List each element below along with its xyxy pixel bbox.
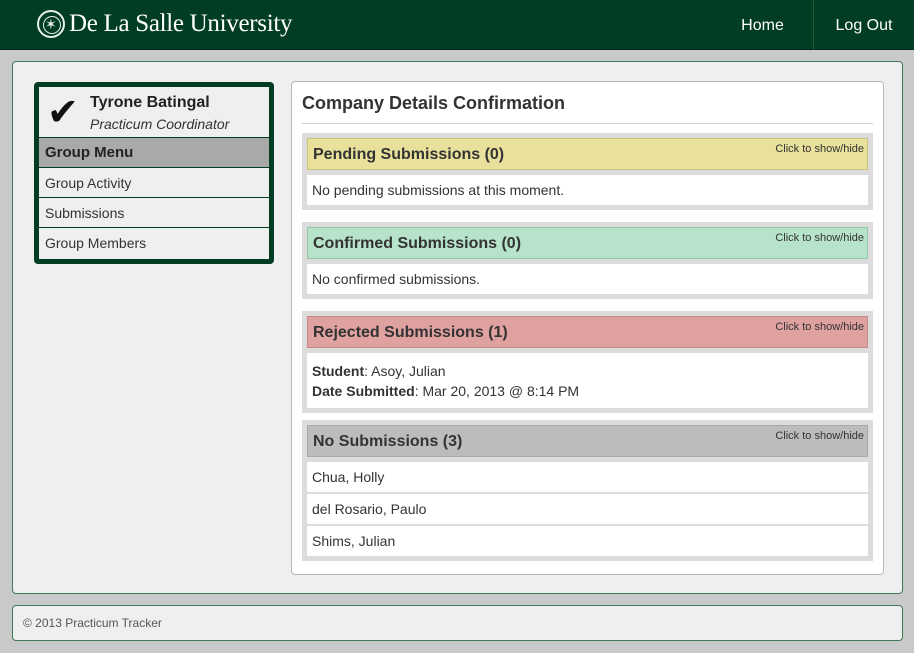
user-role: Practicum Coordinator	[90, 116, 230, 132]
confirmed-submissions-section: Confirmed Submissions (0) Click to show/…	[302, 222, 873, 299]
confirmed-toggle[interactable]: Click to show/hide	[775, 232, 864, 244]
sidebar-item-group-activity[interactable]: Group Activity	[39, 168, 269, 198]
university-seal-icon	[37, 10, 65, 38]
pending-section-title: Pending Submissions (0)	[313, 146, 505, 163]
sidebar: ✔ Tyrone Batingal Practicum Coordinator …	[34, 82, 274, 264]
pending-message: No pending submissions at this moment.	[307, 175, 868, 205]
footer: © 2013 Practicum Tracker	[12, 605, 903, 641]
user-name: Tyrone Batingal	[90, 94, 210, 111]
list-item[interactable]: del Rosario, Paulo	[307, 494, 868, 524]
list-item[interactable]: Shims, Julian	[307, 526, 868, 556]
main-container: ✔ Tyrone Batingal Practicum Coordinator …	[12, 61, 903, 594]
pending-section-header[interactable]: Pending Submissions (0) Click to show/hi…	[307, 138, 868, 170]
content-panel: Company Details Confirmation Pending Sub…	[291, 81, 884, 575]
list-item[interactable]: Chua, Holly	[307, 462, 868, 492]
nosub-toggle[interactable]: Click to show/hide	[775, 430, 864, 442]
date-value: : Mar 20, 2013 @ 8:14 PM	[414, 383, 580, 399]
group-menu-heading: Group Menu	[39, 138, 269, 168]
top-navbar: De La Salle University Home Log Out	[0, 0, 914, 50]
confirmed-section-header[interactable]: Confirmed Submissions (0) Click to show/…	[307, 227, 868, 259]
rejected-toggle[interactable]: Click to show/hide	[775, 321, 864, 333]
confirmed-message: No confirmed submissions.	[307, 264, 868, 294]
home-link[interactable]: Home	[712, 0, 814, 50]
nosub-section-title: No Submissions (3)	[313, 433, 463, 450]
pending-submissions-section: Pending Submissions (0) Click to show/hi…	[302, 133, 873, 210]
no-submissions-section: No Submissions (3) Click to show/hide Ch…	[302, 420, 873, 561]
rejected-submission-item[interactable]: Student: Asoy, Julian Date Submitted: Ma…	[307, 353, 868, 408]
date-label: Date Submitted	[312, 383, 415, 399]
date-line: Date Submitted: Mar 20, 2013 @ 8:14 PM	[312, 381, 863, 401]
logout-link[interactable]: Log Out	[814, 0, 914, 50]
student-line: Student: Asoy, Julian	[312, 361, 863, 381]
sidebar-item-group-members[interactable]: Group Members	[39, 228, 269, 258]
pending-toggle[interactable]: Click to show/hide	[775, 143, 864, 155]
rejected-section-header[interactable]: Rejected Submissions (1) Click to show/h…	[307, 316, 868, 348]
top-nav: Home Log Out	[712, 0, 914, 50]
confirmed-section-title: Confirmed Submissions (0)	[313, 235, 522, 252]
user-profile: ✔ Tyrone Batingal Practicum Coordinator	[39, 87, 269, 138]
brand-name: De La Salle University	[69, 10, 293, 37]
page-title: Company Details Confirmation	[302, 93, 566, 113]
university-logo[interactable]: De La Salle University	[37, 10, 293, 38]
student-label: Student	[312, 363, 365, 379]
nosub-section-header[interactable]: No Submissions (3) Click to show/hide	[307, 425, 868, 457]
copyright-text: © 2013 Practicum Tracker	[23, 616, 162, 630]
sidebar-item-submissions[interactable]: Submissions	[39, 198, 269, 228]
checkmark-icon: ✔	[47, 92, 79, 134]
title-divider	[302, 123, 873, 124]
rejected-section-title: Rejected Submissions (1)	[313, 324, 508, 341]
student-value: : Asoy, Julian	[364, 363, 446, 379]
rejected-submissions-section: Rejected Submissions (1) Click to show/h…	[302, 311, 873, 413]
